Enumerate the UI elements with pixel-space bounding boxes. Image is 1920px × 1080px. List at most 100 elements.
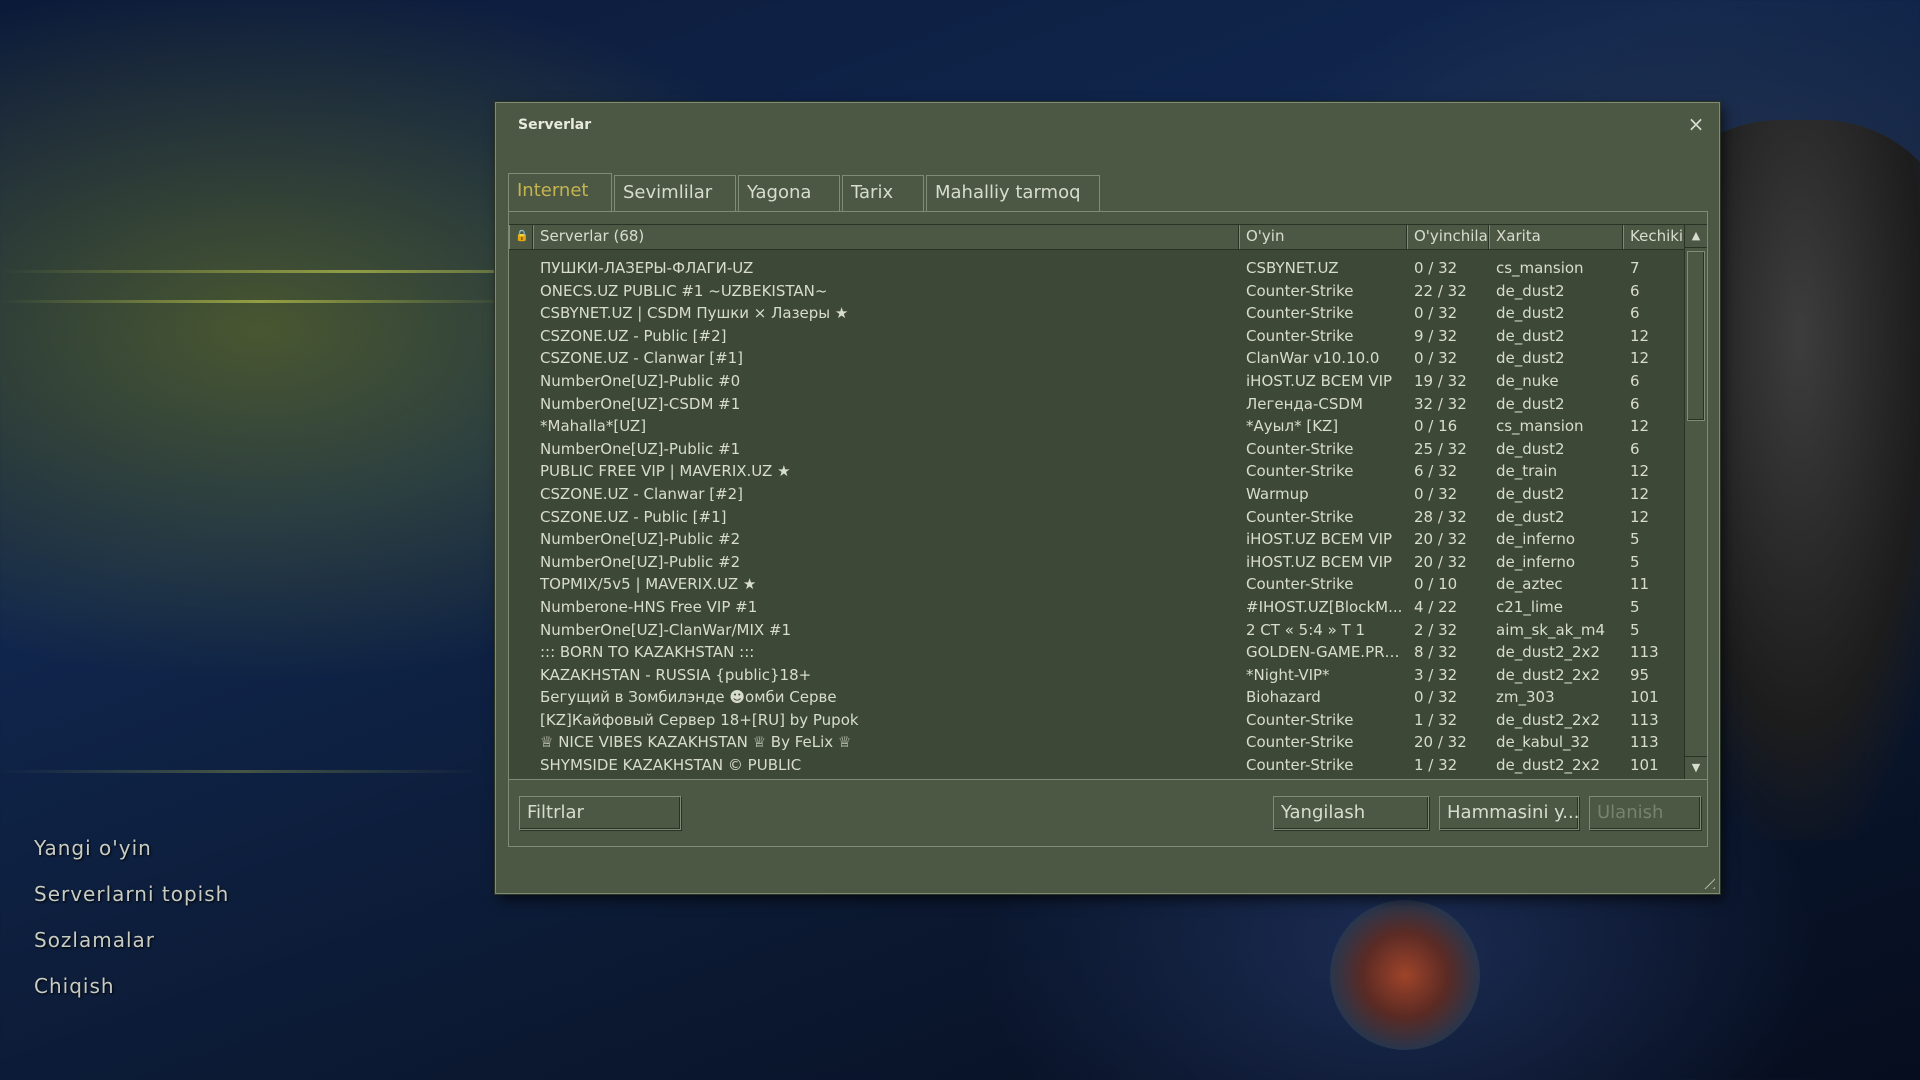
tab-local-network[interactable]: Mahalliy tarmoq [926, 175, 1100, 211]
server-name: NumberOne[UZ]-Public #2 [540, 552, 741, 571]
table-row[interactable]: Бегущий в Зомбилэнде ☻омби Серве Biohazar… [509, 686, 1685, 709]
server-lock-cell [509, 393, 533, 416]
background-patch [1330, 900, 1480, 1050]
server-players: 20 / 32 [1414, 733, 1467, 752]
server-lock-cell [509, 641, 533, 664]
column-header-servers[interactable]: Serverlar (68) [533, 225, 1239, 249]
lock-icon[interactable]: 🔒 [509, 225, 533, 249]
server-map: de_inferno [1496, 552, 1576, 571]
main-menu: Yangi o'yin Serverlarni topish Sozlamala… [34, 836, 229, 998]
server-game: Counter-Strike [1246, 710, 1354, 729]
tab-history[interactable]: Tarix [842, 175, 924, 211]
server-map: de_dust2 [1496, 439, 1565, 458]
server-name: Бегущий в Зомбилэнде ☻омби Серве [540, 688, 837, 707]
connect-button[interactable]: Ulanish [1589, 796, 1701, 830]
server-name: [KZ]Кайфовый Сервер 18+[RU] by Pupok [540, 710, 859, 729]
menu-new-game[interactable]: Yangi o'yin [34, 836, 229, 860]
server-lock-cell [509, 551, 533, 574]
server-players: 22 / 32 [1414, 281, 1467, 300]
server-map: de_dust2 [1496, 507, 1565, 526]
server-game: Counter-Strike [1246, 326, 1354, 345]
server-lock-cell [509, 325, 533, 348]
server-ping: 12 [1630, 462, 1650, 481]
server-game: Counter-Strike [1246, 304, 1354, 323]
server-map: de_dust2_2x2 [1496, 643, 1600, 662]
table-row[interactable]: NumberOne[UZ]-ClanWar/MIX #1 2 CT « 5:4 »… [509, 619, 1685, 642]
table-row[interactable]: NumberOne[UZ]-Public #2 iHOST.UZ BCEM VIP… [509, 528, 1685, 551]
tab-content-internet: 🔒 Serverlar (68) O'yin O'yinchilar Xarit… [508, 211, 1708, 847]
server-ping: 95 [1630, 665, 1650, 684]
table-row[interactable]: KAZAKHSTAN - RUSSIA {public}18+ *Night-VI… [509, 664, 1685, 687]
server-lock-cell [509, 596, 533, 619]
table-row[interactable]: PUBLIC FREE VIP | MAVERIX.UZ ★ Counter-St… [509, 460, 1685, 483]
table-row[interactable]: CSZONE.UZ - Clanwar [#1] ClanWar v10.10.0… [509, 347, 1685, 370]
server-ping: 5 [1630, 530, 1640, 549]
scroll-down-icon[interactable]: ▼ [1685, 756, 1707, 779]
server-name: CSBYNET.UZ | CSDM Пушки × Лазеры ★ [540, 304, 849, 323]
menu-settings[interactable]: Sozlamalar [34, 928, 229, 952]
server-ping: 12 [1630, 349, 1650, 368]
close-icon[interactable]: × [1685, 113, 1707, 135]
server-lock-cell [509, 370, 533, 393]
server-players: 32 / 32 [1414, 394, 1467, 413]
refresh-button[interactable]: Yangilash [1273, 796, 1429, 830]
server-ping: 12 [1630, 507, 1650, 526]
server-map: de_dust2_2x2 [1496, 665, 1600, 684]
column-header-game[interactable]: O'yin [1239, 225, 1407, 249]
table-row[interactable]: CSZONE.UZ - Public [#1] Counter-Strike 28 … [509, 506, 1685, 529]
table-row[interactable]: NumberOne[UZ]-Public #0 iHOST.UZ BCEM VIP… [509, 370, 1685, 393]
tab-lan-single[interactable]: Yagona [738, 175, 840, 211]
table-row[interactable]: Numberone-HNS Free VIP #1 #IHOST.UZ[Block… [509, 596, 1685, 619]
table-row[interactable]: NumberOne[UZ]-CSDM #1 Легенда-CSDM 32 / 32… [509, 393, 1685, 416]
tab-internet[interactable]: Internet [508, 173, 612, 211]
server-lock-cell [509, 664, 533, 687]
table-row[interactable]: ::: BORN TO KAZAKHSTAN ::: GOLDEN-GAME.PR… [509, 641, 1685, 664]
server-ping: 6 [1630, 371, 1640, 390]
server-lock-cell [509, 438, 533, 461]
server-map: de_dust2_2x2 [1496, 710, 1600, 729]
server-map: aim_sk_ak_m4 [1496, 620, 1606, 639]
column-header-map[interactable]: Xarita [1489, 225, 1623, 249]
tab-favorites[interactable]: Sevimlilar [614, 175, 736, 211]
table-row[interactable]: CSZONE.UZ - Clanwar [#2] Warmup 0 / 32 de_d… [509, 483, 1685, 506]
server-ping: 5 [1630, 597, 1640, 616]
server-map: de_train [1496, 462, 1558, 481]
table-row[interactable]: [KZ]Кайфовый Сервер 18+[RU] by Pupok Coun… [509, 709, 1685, 732]
server-name: NumberOne[UZ]-Public #0 [540, 371, 741, 390]
resize-grip[interactable] [1699, 873, 1715, 889]
table-row[interactable]: NumberOne[UZ]-Public #2 iHOST.UZ BCEM VIP… [509, 551, 1685, 574]
table-row[interactable]: ♕ NICE VIBES KAZAKHSTAN ♕ By FeLix ♕ Coun… [509, 731, 1685, 754]
server-lock-cell [509, 619, 533, 642]
filters-button[interactable]: Filtrlar [519, 796, 681, 830]
table-row[interactable]: ONECS.UZ PUBLIC #1 ~UZBEKISTAN~ Counter-S… [509, 280, 1685, 303]
table-row[interactable]: TOPMIX/5v5 | MAVERIX.UZ ★ Counter-Strike 0… [509, 573, 1685, 596]
server-players: 6 / 32 [1414, 462, 1458, 481]
server-ping: 12 [1630, 326, 1650, 345]
table-row[interactable]: CSBYNET.UZ | CSDM Пушки × Лазеры ★ Counte… [509, 302, 1685, 325]
table-row[interactable]: NumberOne[UZ]-Public #1 Counter-Strike 25 … [509, 438, 1685, 461]
background-streak [0, 300, 520, 303]
scrollbar[interactable]: ▲ ▼ [1684, 225, 1707, 779]
refresh-all-button[interactable]: Hammasini y... [1439, 796, 1579, 830]
table-row[interactable]: CSZONE.UZ - Public [#2] Counter-Strike 9 /… [509, 325, 1685, 348]
server-map: c21_lime [1496, 597, 1564, 616]
server-players: 9 / 32 [1414, 326, 1458, 345]
server-game: CSBYNET.UZ [1246, 259, 1339, 277]
server-lock-cell [509, 347, 533, 370]
table-row[interactable]: SHYMSIDE KAZAKHSTAN © PUBLIC Counter-Stri… [509, 754, 1685, 777]
server-game: Counter-Strike [1246, 462, 1354, 481]
menu-find-servers[interactable]: Serverlarni topish [34, 882, 229, 906]
server-game: iHOST.UZ BCEM VIP [1246, 530, 1393, 549]
server-game: *Night-VIP* [1246, 665, 1330, 684]
column-header-ping[interactable]: Kechikish [1623, 225, 1685, 249]
table-row[interactable]: ПУШКИ-ЛАЗЕРЫ-ФЛАГИ-UZ CSBYNET.UZ 0 / 32 cs_… [509, 257, 1685, 280]
scroll-thumb[interactable] [1687, 251, 1705, 421]
scroll-up-icon[interactable]: ▲ [1685, 225, 1707, 248]
server-map: de_dust2 [1496, 394, 1565, 413]
server-players: 0 / 32 [1414, 349, 1458, 368]
menu-quit[interactable]: Chiqish [34, 974, 229, 998]
server-name: NumberOne[UZ]-ClanWar/MIX #1 [540, 620, 792, 639]
column-header-players[interactable]: O'yinchilar [1407, 225, 1489, 249]
table-row[interactable]: *Mahalla*[UZ] *Ауыл* [KZ] 0 / 16 cs_mansion… [509, 415, 1685, 438]
server-game: Легенда-CSDM [1246, 394, 1363, 413]
